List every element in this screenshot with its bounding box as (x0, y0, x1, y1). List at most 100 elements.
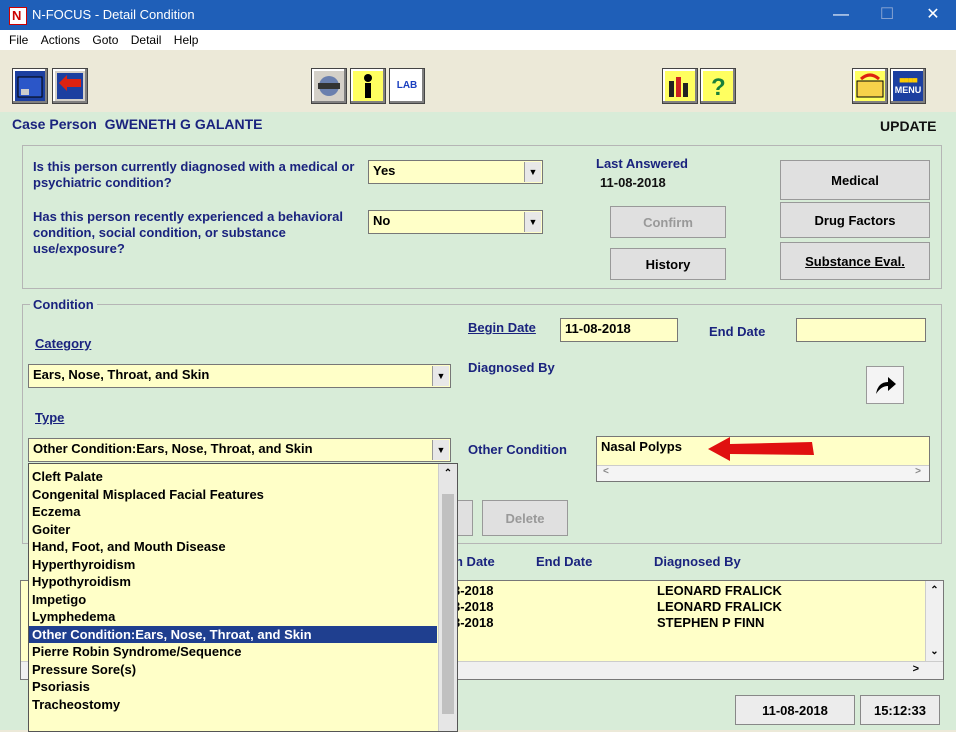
begin-date-label[interactable]: Begin Date (468, 320, 536, 335)
dropdown-scrollbar[interactable]: ⌃ (438, 464, 457, 731)
category-label[interactable]: Category (35, 336, 91, 351)
handshake-icon (318, 76, 340, 96)
menu-bar: File Actions Goto Detail Help (0, 30, 956, 50)
confirm-button[interactable]: Confirm (610, 206, 726, 238)
save-tool-button[interactable] (12, 68, 48, 104)
exit-tool-button[interactable] (52, 68, 88, 104)
scrollbar-thumb[interactable] (442, 494, 454, 714)
type-option[interactable]: Congenital Misplaced Facial Features (29, 486, 437, 504)
category-select[interactable]: Ears, Nose, Throat, and Skin ▼ (28, 364, 451, 388)
behavioral-condition-value: No (373, 213, 391, 228)
row-begin-date: 3-2018 (453, 583, 494, 598)
chevron-down-icon[interactable]: ▼ (524, 212, 541, 232)
question-medical: Is this person currently diagnosed with … (33, 159, 355, 190)
question-icon: ? (711, 74, 726, 101)
type-dropdown-list[interactable]: Cleft Palate Congenital Misplaced Facial … (28, 463, 458, 732)
other-condition-value: Nasal Polyps (601, 439, 682, 454)
last-answered-label: Last Answered (596, 156, 688, 171)
substance-eval-button[interactable]: Substance Eval. (780, 242, 930, 280)
other-condition-label: Other Condition (468, 442, 567, 457)
open-folder-icon (856, 73, 884, 98)
lab-tool-button[interactable]: LAB (389, 68, 425, 104)
type-label[interactable]: Type (35, 410, 64, 425)
type-option[interactable]: Goiter (29, 521, 437, 539)
scroll-up-icon[interactable]: ⌃ (926, 585, 943, 596)
scroll-right-icon[interactable]: > (913, 663, 919, 675)
type-option[interactable]: Psoriasis (29, 678, 437, 696)
type-option[interactable]: Eczema (29, 503, 437, 521)
end-date-label: End Date (709, 324, 766, 339)
maximize-button[interactable]: ☐ (864, 0, 910, 30)
table-row[interactable]: 3-2018 3-2018 3-2018 (453, 583, 493, 631)
chevron-down-icon[interactable]: ▼ (524, 162, 541, 182)
condition-group-label: Condition (30, 297, 97, 312)
folder-tool-button[interactable] (852, 68, 888, 104)
scroll-down-icon[interactable]: ⌄ (926, 646, 943, 657)
red-arrow-annotation-icon (708, 437, 814, 461)
type-option[interactable]: Cleft Palate (29, 468, 437, 486)
row-begin-date: 3-2018 (453, 615, 494, 630)
type-options: Cleft Palate Congenital Misplaced Facial … (29, 468, 437, 713)
bar-chart-icon (669, 77, 688, 97)
type-option[interactable]: Impetigo (29, 591, 437, 609)
redo-arrow-icon (876, 377, 896, 394)
chevron-down-icon[interactable]: ▼ (432, 366, 449, 386)
begin-date-field[interactable]: 11-08-2018 (560, 318, 678, 342)
table-row[interactable]: LEONARD FRALICK LEONARD FRALICK STEPHEN … (657, 583, 782, 631)
menu-detail[interactable]: Detail (131, 33, 162, 47)
scroll-right-icon[interactable]: > (915, 466, 921, 477)
menu-goto[interactable]: Goto (92, 33, 118, 47)
column-header-begin-date: n Date (455, 554, 495, 569)
contacts-tool-button[interactable] (311, 68, 347, 104)
category-value: Ears, Nose, Throat, and Skin (33, 367, 210, 382)
last-answered-date: 11-08-2018 (600, 175, 666, 190)
end-date-field[interactable] (796, 318, 926, 342)
toolbar (0, 50, 956, 113)
type-option[interactable]: Hyperthyroidism (29, 556, 437, 574)
medical-button[interactable]: Medical (780, 160, 930, 200)
menu-file[interactable]: File (9, 33, 28, 47)
medical-condition-select[interactable]: Yes ▼ (368, 160, 543, 184)
scroll-up-icon[interactable]: ⌃ (439, 468, 457, 479)
scroll-left-icon[interactable]: < (603, 466, 609, 477)
row-diagnosed-by: STEPHEN P FINN (657, 615, 765, 630)
chart-tool-button[interactable] (662, 68, 698, 104)
diagnosed-by-label: Diagnosed By (468, 360, 555, 375)
help-tool-button[interactable]: ? (700, 68, 736, 104)
chevron-down-icon[interactable]: ▼ (432, 440, 449, 460)
column-header-end-date: End Date (536, 554, 593, 569)
medical-condition-value: Yes (373, 163, 396, 178)
delete-button[interactable]: Delete (482, 500, 568, 536)
person-info-icon (364, 74, 372, 98)
menu-grid-icon: ■■■■ (899, 75, 918, 85)
type-option[interactable]: Other Condition:Ears, Nose, Throat, and … (29, 625, 437, 643)
menu-label: MENU (894, 85, 922, 95)
close-button[interactable]: ✕ (910, 0, 956, 30)
type-option[interactable]: Pressure Sore(s) (29, 661, 437, 679)
mode-indicator: UPDATE (880, 118, 937, 134)
behavioral-condition-select[interactable]: No ▼ (368, 210, 543, 234)
title-bar: N N-FOCUS - Detail Condition — ☐ ✕ (0, 0, 956, 30)
minimize-button[interactable]: — (818, 0, 864, 30)
menu-actions[interactable]: Actions (41, 33, 80, 47)
history-button[interactable]: History (610, 248, 726, 280)
type-option[interactable]: Hand, Foot, and Mouth Disease (29, 538, 437, 556)
menu-tool-button[interactable]: ■■■■ MENU (890, 68, 926, 104)
redirect-button[interactable] (866, 366, 904, 404)
type-option[interactable]: Tracheostomy (29, 696, 437, 714)
case-person-name: GWENETH G GALANTE (104, 116, 263, 132)
type-option[interactable]: Hypothyroidism (29, 573, 437, 591)
app-icon: N (9, 7, 27, 25)
type-option[interactable]: Pierre Robin Syndrome/Sequence (29, 643, 437, 661)
vertical-scrollbar[interactable]: ⌃ ⌄ (925, 581, 943, 661)
question-behavioral: Has this person recently experienced a b… (33, 209, 343, 256)
svg-text:?: ? (711, 74, 726, 101)
horizontal-scrollbar[interactable]: < > (597, 465, 929, 481)
type-select[interactable]: Other Condition:Ears, Nose, Throat, and … (28, 438, 451, 462)
drug-factors-button[interactable]: Drug Factors (780, 202, 930, 238)
info-tool-button[interactable] (350, 68, 386, 104)
status-date: 11-08-2018 (735, 695, 855, 725)
menu-help[interactable]: Help (174, 33, 199, 47)
status-time: 15:12:33 (860, 695, 940, 725)
type-option[interactable]: Lymphedema (29, 608, 437, 626)
